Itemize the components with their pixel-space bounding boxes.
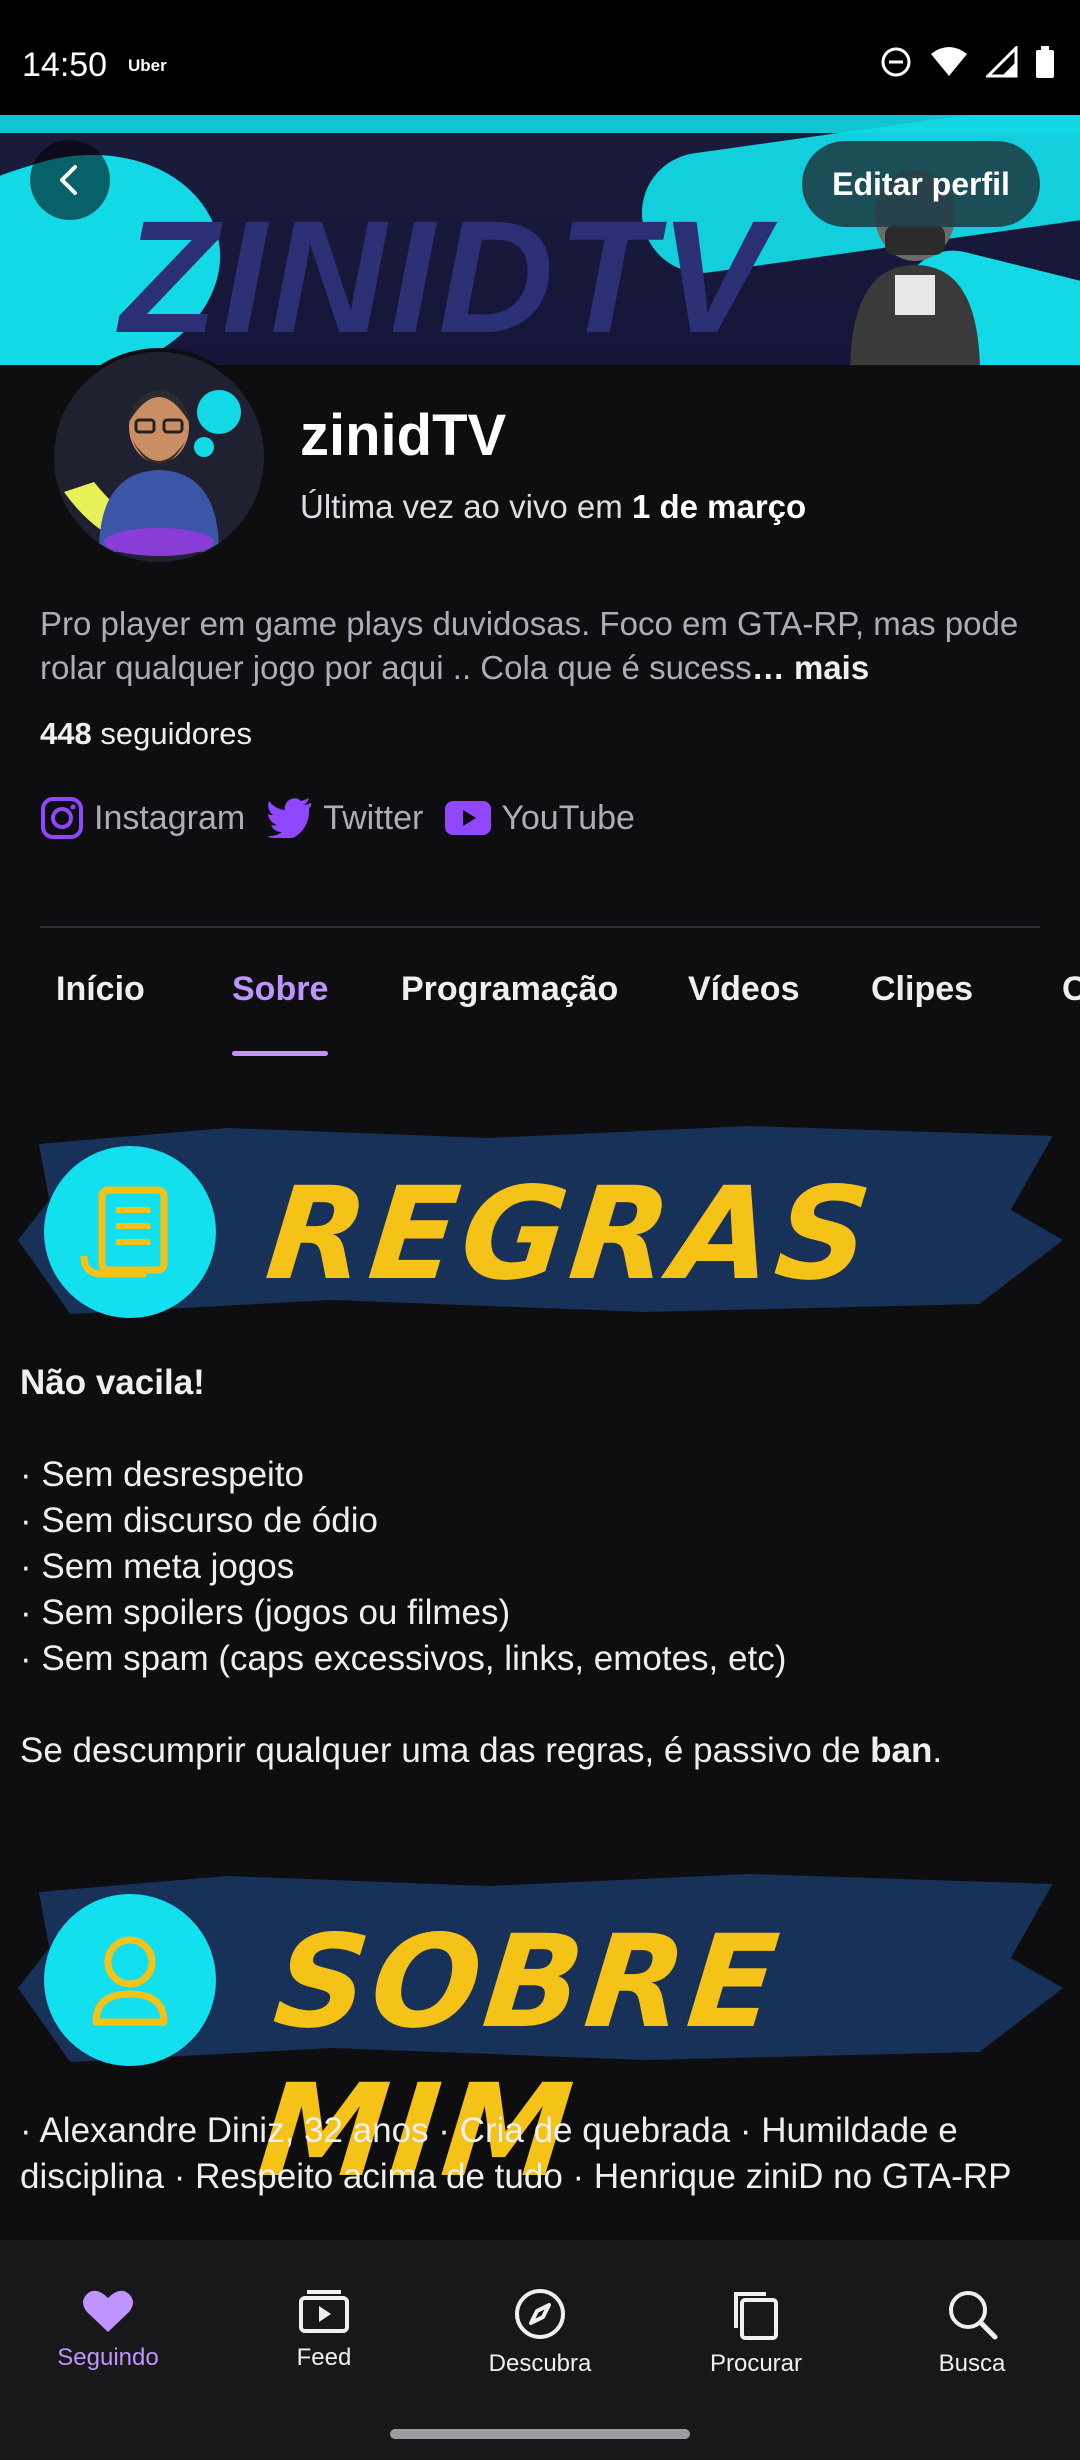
rule-item: · Sem spam (caps excessivos, links, emot… [20,1639,787,1678]
about-panel-image: SOBRE MIM [18,1846,1063,2206]
nav-procurar[interactable]: Procurar [666,2288,846,2378]
nav-descubra[interactable]: Descubra [450,2288,630,2378]
rule-item: · Sem meta jogos [20,1547,295,1586]
wifi-icon [931,47,967,76]
followers-number: 448 [40,716,92,751]
back-button[interactable] [30,140,110,220]
tab-videos[interactable]: Vídeos [688,970,799,1046]
followers-label: seguidores [91,716,253,751]
rules-panel-title: REGRAS [260,1160,881,1309]
nav-label: Seguindo [57,2344,159,2371]
nav-label: Feed [296,2344,352,2371]
channel-bio[interactable]: Pro player em game plays duvidosas. Foco… [40,602,1050,690]
feed-icon [299,2290,349,2333]
twitter-icon [267,798,312,838]
instagram-label: Instagram [94,798,246,837]
tab-sobre[interactable]: Sobre [232,970,329,1056]
banner-wordmark: ZINIDTV [120,187,771,365]
avatar[interactable] [50,348,268,566]
scroll-icon [80,1186,168,1278]
rules-footer-text: Se descumprir qualquer uma das regras, é… [20,1731,871,1770]
rule-item: · Sem spoilers (jogos ou filmes) [20,1593,511,1632]
rule-item: · Sem desrespeito [20,1455,305,1494]
youtube-link[interactable]: YouTube [445,799,635,838]
edit-profile-button[interactable]: Editar perfil [802,141,1040,227]
tab-clipes[interactable]: Clipes [871,970,973,1046]
twitter-link[interactable]: Twitter [267,798,423,838]
rule-item: · Sem discurso de ódio [20,1501,378,1540]
nav-seguindo[interactable]: Seguindo [18,2288,198,2372]
nav-label: Procurar [709,2350,803,2377]
home-indicator[interactable] [390,2429,690,2439]
rules-footer: Se descumprir qualquer uma das regras, é… [20,1728,1065,1774]
social-links: Instagram Twitter YouTube [40,796,657,840]
tab-programacao[interactable]: Programação [401,970,618,1046]
browse-icon [734,2292,778,2340]
battery-icon [1036,46,1054,78]
followers-count: 448 seguidores [40,716,252,752]
panel-icon-circle [44,1894,216,2066]
nav-busca[interactable]: Busca [882,2288,1062,2378]
nav-label: Busca [938,2350,1006,2377]
dnd-icon [881,47,911,77]
tab-inicio[interactable]: Início [56,970,145,1046]
avatar-illustration [54,352,264,562]
rules-footer-end: . [932,1731,943,1770]
nav-feed[interactable]: Feed [234,2288,414,2372]
rules-footer-ban: ban [870,1731,933,1770]
status-bar: 14:50 Uber [0,0,1080,115]
bio-more-link[interactable]: … mais [752,649,869,686]
youtube-label: YouTube [501,798,635,837]
search-icon [949,2291,998,2340]
user-icon [92,1936,168,2026]
last-live-text: Última vez ao vivo em 1 de março [300,488,806,526]
status-icons [880,46,1054,78]
instagram-icon [41,797,83,839]
nav-label: Descubra [488,2350,592,2377]
tab-overflow[interactable]: C [1062,970,1080,1046]
bottom-navigation: Seguindo Feed Descubra Procurar Busca [0,2240,1080,2460]
last-live-prefix: Última vez ao vivo em [300,488,632,525]
instagram-link[interactable]: Instagram [40,796,245,840]
compass-icon [515,2289,565,2339]
rules-text: Não vacila! · Sem desrespeito · Sem disc… [20,1360,1065,1774]
bio-text: Pro player em game plays duvidosas. Foco… [40,605,1019,686]
twitter-label: Twitter [323,798,424,837]
signal-icon [986,46,1018,78]
chevron-left-icon [60,165,77,195]
channel-name: zinidTV [300,403,507,468]
status-app-label: Uber [128,56,167,75]
youtube-icon [445,801,492,835]
about-text: · Alexandre Diniz, 32 anos · Cria de que… [20,2111,1012,2196]
rules-heading: Não vacila! [20,1363,205,1402]
last-live-date: 1 de março [631,488,807,525]
heart-icon [83,2290,133,2332]
rules-panel-image: REGRAS [18,1098,1063,1328]
status-time: 14:50 [22,46,108,84]
section-divider [40,926,1040,928]
panel-icon-circle [44,1146,216,1318]
channel-tabs: Início Sobre Programação Vídeos Clipes C [0,970,1080,1056]
